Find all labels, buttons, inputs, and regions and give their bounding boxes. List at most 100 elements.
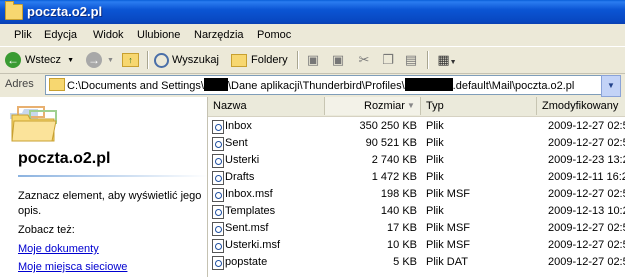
folders-button[interactable]: Foldery — [231, 50, 288, 70]
file-icon — [212, 120, 224, 134]
column-size[interactable]: Rozmiar ▼ — [325, 97, 421, 115]
file-type: Plik MSF — [426, 188, 470, 200]
folder-icon — [49, 78, 65, 91]
description: Zaznacz element, aby wyświetlić jego opi… — [18, 190, 202, 217]
redacted-block — [203, 78, 228, 91]
file-name: Templates — [225, 205, 276, 217]
menu-plik[interactable]: Plik — [14, 29, 32, 41]
task-pane: poczta.o2.pl Zaznacz element, aby wyświe… — [0, 97, 208, 277]
table-row[interactable]: Sent 90 521 KB Plik 2009-12-27 02:5 — [208, 135, 625, 152]
file-size: 1 472 KB — [371, 171, 417, 183]
file-size: 90 521 KB — [365, 137, 417, 149]
file-type: Plik — [426, 154, 444, 166]
address-label: Adres — [5, 78, 34, 90]
up-folder-icon: ↑ — [122, 53, 139, 67]
file-size: 140 KB — [380, 205, 417, 217]
file-type: Plik — [426, 137, 444, 149]
menu-narzedzia[interactable]: Narzędzia — [194, 29, 244, 41]
file-type: Plik MSF — [426, 222, 470, 234]
column-type[interactable]: Typ — [421, 97, 537, 115]
file-icon — [212, 205, 224, 219]
file-modified: 2009-12-13 10:2 — [548, 205, 625, 217]
file-icon — [212, 171, 224, 185]
address-input[interactable]: C:\Documents and Settings\ \Dane aplikacj… — [45, 75, 602, 95]
file-name: Usterki — [225, 154, 260, 166]
large-folder-icon — [10, 106, 57, 142]
column-header: Nazwa Rozmiar ▼ Typ Zmodyfikowany — [208, 97, 625, 117]
file-icon — [212, 188, 224, 202]
back-arrow-icon: ← — [5, 52, 21, 68]
menu-ulubione[interactable]: Ulubione — [137, 29, 180, 41]
back-label: Wstecz — [25, 54, 62, 66]
file-modified: 2009-12-27 02:5 — [548, 188, 625, 200]
link-my-network-places[interactable]: Moje miejsca sieciowe — [18, 261, 127, 273]
file-name: Sent.msf — [225, 222, 269, 234]
chevron-down-icon[interactable]: ▼ — [107, 57, 114, 64]
file-name: Usterki.msf — [225, 239, 280, 251]
table-row[interactable]: Usterki 2 740 KB Plik 2009-12-23 13:2 — [208, 152, 625, 169]
file-type: Plik — [426, 171, 444, 183]
back-button[interactable]: ← Wstecz ▼ — [5, 50, 74, 70]
file-icon — [212, 137, 224, 151]
file-modified: 2009-12-27 02:5 — [548, 137, 625, 149]
file-name: Sent — [225, 137, 248, 149]
file-type: Plik DAT — [426, 256, 468, 268]
file-icon — [212, 154, 224, 168]
file-size: 350 250 KB — [359, 120, 418, 132]
file-modified: 2009-12-11 16:2 — [548, 171, 625, 183]
forward-button[interactable]: → ▼ — [86, 50, 114, 70]
up-folder-button[interactable]: ↑ — [122, 50, 139, 70]
address-path: C:\Documents and Settings\ \Dane aplikacj… — [67, 78, 575, 92]
table-row[interactable]: popstate 5 KB Plik DAT 2009-12-27 02:5 — [208, 254, 625, 271]
file-name: Inbox.msf — [225, 188, 273, 200]
file-icon — [212, 256, 224, 270]
forward-arrow-icon: → — [86, 52, 102, 68]
copy-to-icon[interactable]: ▣ — [330, 52, 346, 68]
toolbar: ← Wstecz ▼ → ▼ ↑ Wyszukaj Foldery ▣ ▣ ✂ … — [0, 47, 625, 74]
table-row[interactable]: Drafts 1 472 KB Plik 2009-12-11 16:2 — [208, 169, 625, 186]
search-button[interactable]: Wyszukaj — [154, 50, 219, 70]
copy-icon[interactable]: ❐ — [380, 52, 396, 68]
file-icon — [212, 222, 224, 236]
file-size: 17 KB — [387, 222, 417, 234]
cut-icon[interactable]: ✂ — [356, 52, 372, 68]
folder-icon — [5, 1, 23, 20]
file-name: Drafts — [225, 171, 255, 183]
table-row[interactable]: Sent.msf 17 KB Plik MSF 2009-12-27 02:5 — [208, 220, 625, 237]
address-dropdown-button[interactable]: ▼ — [601, 75, 621, 97]
table-row[interactable]: Templates 140 KB Plik 2009-12-13 10:2 — [208, 203, 625, 220]
column-name[interactable]: Nazwa — [208, 97, 325, 115]
link-my-documents[interactable]: Moje dokumenty — [18, 243, 99, 255]
table-row[interactable]: Usterki.msf 10 KB Plik MSF 2009-12-27 02:5 — [208, 237, 625, 254]
file-modified: 2009-12-23 13:2 — [548, 154, 625, 166]
move-to-icon[interactable]: ▣ — [305, 52, 321, 68]
menu-pomoc[interactable]: Pomoc — [257, 29, 291, 41]
file-size: 5 KB — [393, 256, 417, 268]
table-row[interactable]: Inbox 350 250 KB Plik 2009-12-27 02:5 — [208, 118, 625, 135]
file-type: Plik MSF — [426, 239, 470, 251]
menu-bar: Plik Edycja Widok Ulubione Narzędzia Pom… — [0, 24, 625, 47]
sort-arrow-icon: ▼ — [407, 101, 415, 110]
file-name: Inbox — [225, 120, 252, 132]
table-row[interactable]: Inbox.msf 198 KB Plik MSF 2009-12-27 02:5 — [208, 186, 625, 203]
file-modified: 2009-12-27 02:5 — [548, 120, 625, 132]
menu-widok[interactable]: Widok — [93, 29, 124, 41]
views-icon[interactable]: ▦▼ — [435, 52, 459, 68]
address-bar: Adres C:\Documents and Settings\ \Dane ap… — [0, 74, 625, 97]
file-modified: 2009-12-27 02:5 — [548, 256, 625, 268]
file-list: Nazwa Rozmiar ▼ Typ Zmodyfikowany Inbox 35… — [208, 97, 625, 277]
title-bar[interactable]: poczta.o2.pl — [0, 0, 625, 24]
window-title: poczta.o2.pl — [27, 4, 103, 19]
search-label: Wyszukaj — [172, 54, 219, 66]
file-size: 10 KB — [387, 239, 417, 251]
folders-label: Foldery — [251, 54, 288, 66]
redacted-block — [404, 78, 453, 91]
chevron-down-icon[interactable]: ▼ — [67, 57, 74, 64]
file-size: 2 740 KB — [371, 154, 417, 166]
divider — [18, 175, 207, 177]
file-size: 198 KB — [380, 188, 417, 200]
paste-icon[interactable]: ▤ — [403, 52, 419, 68]
file-icon — [212, 239, 224, 253]
menu-edycja[interactable]: Edycja — [44, 29, 77, 41]
column-modified[interactable]: Zmodyfikowany — [537, 97, 625, 115]
